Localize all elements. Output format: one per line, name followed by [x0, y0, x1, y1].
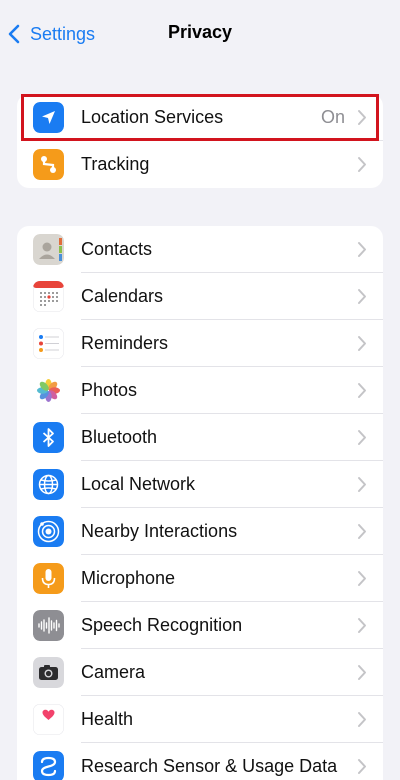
nearby-interactions-icon [33, 516, 64, 547]
microphone-icon [33, 563, 64, 594]
research-icon [33, 751, 64, 780]
row-label: Nearby Interactions [81, 521, 238, 541]
camera-icon [33, 657, 64, 688]
row-label: Calendars [81, 286, 164, 306]
row-label: Location Services [81, 107, 224, 127]
bluetooth-icon [33, 422, 64, 453]
row-speech-recognition[interactable]: Speech Recognition [17, 602, 383, 649]
row-microphone[interactable]: Microphone [17, 555, 383, 602]
heart-icon [33, 704, 64, 735]
row-label: Local Network [81, 474, 196, 494]
row-camera[interactable]: Camera [17, 649, 383, 696]
row-label: Bluetooth [81, 427, 158, 447]
navigation-bar: Settings Privacy [0, 0, 400, 68]
row-research-sensor[interactable]: Research Sensor & Usage Data [17, 743, 383, 780]
chevron-right-icon [358, 477, 366, 492]
chevron-right-icon [358, 665, 366, 680]
chevron-right-icon [358, 618, 366, 633]
contacts-icon [33, 234, 64, 265]
chevron-right-icon [358, 524, 366, 539]
photos-icon [33, 375, 64, 406]
chevron-right-icon [358, 289, 366, 304]
row-label: Reminders [81, 333, 169, 353]
row-nearby-interactions[interactable]: Nearby Interactions [17, 508, 383, 555]
row-label: Contacts [81, 239, 153, 259]
row-photos[interactable]: Photos [17, 367, 383, 414]
row-label: Tracking [81, 154, 150, 174]
chevron-right-icon [358, 712, 366, 727]
row-contacts[interactable]: Contacts [17, 226, 383, 273]
reminders-icon [33, 328, 64, 359]
chevron-right-icon [358, 336, 366, 351]
row-label: Research Sensor & Usage Data [81, 756, 338, 776]
chevron-right-icon [358, 759, 366, 774]
row-health[interactable]: Health [17, 696, 383, 743]
row-label: Speech Recognition [81, 615, 243, 635]
row-location-services[interactable]: Location Services On [17, 94, 383, 141]
chevron-right-icon [358, 157, 366, 172]
tracking-icon [33, 149, 64, 180]
location-arrow-icon [33, 102, 64, 133]
page-title: Privacy [167, 22, 233, 42]
row-local-network[interactable]: Local Network [17, 461, 383, 508]
calendar-icon [33, 281, 64, 312]
chevron-right-icon [358, 430, 366, 445]
chevron-right-icon [358, 110, 366, 125]
chevron-right-icon [358, 571, 366, 586]
row-bluetooth[interactable]: Bluetooth [17, 414, 383, 461]
chevron-right-icon [358, 242, 366, 257]
row-value: On [320, 107, 345, 127]
row-calendars[interactable]: Calendars [17, 273, 383, 320]
privacy-group-location: Location Services On Tracking [17, 94, 383, 188]
row-label: Photos [81, 380, 138, 400]
row-label: Health [81, 709, 134, 729]
row-label: Microphone [81, 568, 176, 588]
row-reminders[interactable]: Reminders [17, 320, 383, 367]
waveform-icon [33, 610, 64, 641]
globe-icon [33, 469, 64, 500]
row-tracking[interactable]: Tracking [17, 141, 383, 188]
chevron-right-icon [358, 383, 366, 398]
privacy-group-permissions: Contacts Calendars Reminders Photos Blue… [17, 226, 383, 780]
row-label: Camera [81, 662, 146, 682]
